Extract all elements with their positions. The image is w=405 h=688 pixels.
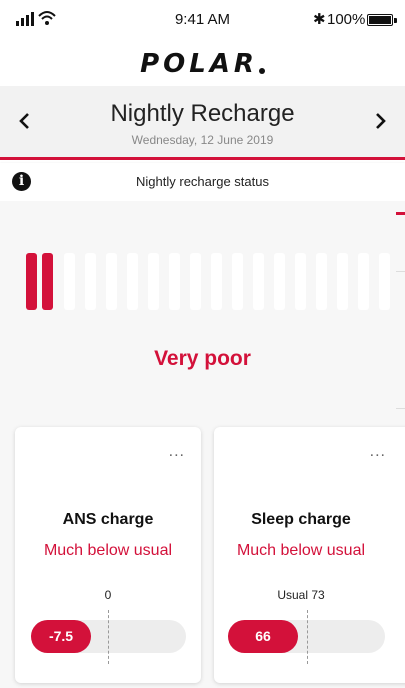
ans-charge-card[interactable]: ... ANS charge Much below usual 0 -7.5 [15,427,201,683]
status-row-label: Nightly recharge status [136,174,269,189]
more-options-icon[interactable]: ... [370,443,386,461]
reference-line [307,610,308,664]
scale-bar-empty [295,253,306,310]
next-day-button[interactable] [365,106,395,136]
status-bar: 9:41 AM ✱ 100% [0,0,405,42]
value-pill: -7.5 [31,620,91,653]
chevron-right-icon [376,113,386,129]
scale-bar-empty [379,253,390,310]
page-header: Nightly Recharge Wednesday, 12 June 2019 [0,86,405,160]
reference-line [108,610,109,664]
page-date: Wednesday, 12 June 2019 [131,133,274,147]
polar-logo: POLAR [0,44,405,84]
scale-bar-filled [26,253,37,310]
scale-bar-empty [337,253,348,310]
scale-bar-empty [85,253,96,310]
pager-indicator [396,212,405,215]
divider [396,408,405,409]
sleep-charge-card[interactable]: ... Sleep charge Much below usual Usual … [214,427,405,683]
bluetooth-icon: ✱ [313,11,326,28]
recharge-scale [26,253,405,310]
scale-bar-filled [42,253,53,310]
recharge-status-row[interactable]: i Nightly recharge status [0,163,405,201]
value-pill: 66 [228,620,298,653]
card-title: ANS charge [62,511,154,528]
scale-bar-empty [232,253,243,310]
scale-bar-empty [253,253,264,310]
battery-percent: 100% [327,11,366,28]
scale-bar-empty [64,253,75,310]
card-title: Sleep charge [251,511,351,528]
scale-bar-empty [169,253,180,310]
card-subtitle: Much below usual [43,542,173,559]
reference-label: 0 [104,588,112,602]
scale-bar-empty [211,253,222,310]
scale-bar-empty [127,253,138,310]
recharge-status-text: Very poor [154,347,251,370]
scale-bar-empty [358,253,369,310]
card-subtitle: Much below usual [236,542,366,559]
scale-bar-empty [316,253,327,310]
reference-label: Usual 73 [277,588,325,602]
scale-bar-empty [106,253,117,310]
page-title: Nightly Recharge [110,100,295,127]
scale-bar-empty [274,253,285,310]
main-content: Very poor ... ANS charge Much below usua… [0,201,405,688]
more-options-icon[interactable]: ... [169,443,185,461]
battery-icon [367,14,397,26]
scale-bar-empty [148,253,159,310]
scale-bar-empty [190,253,201,310]
